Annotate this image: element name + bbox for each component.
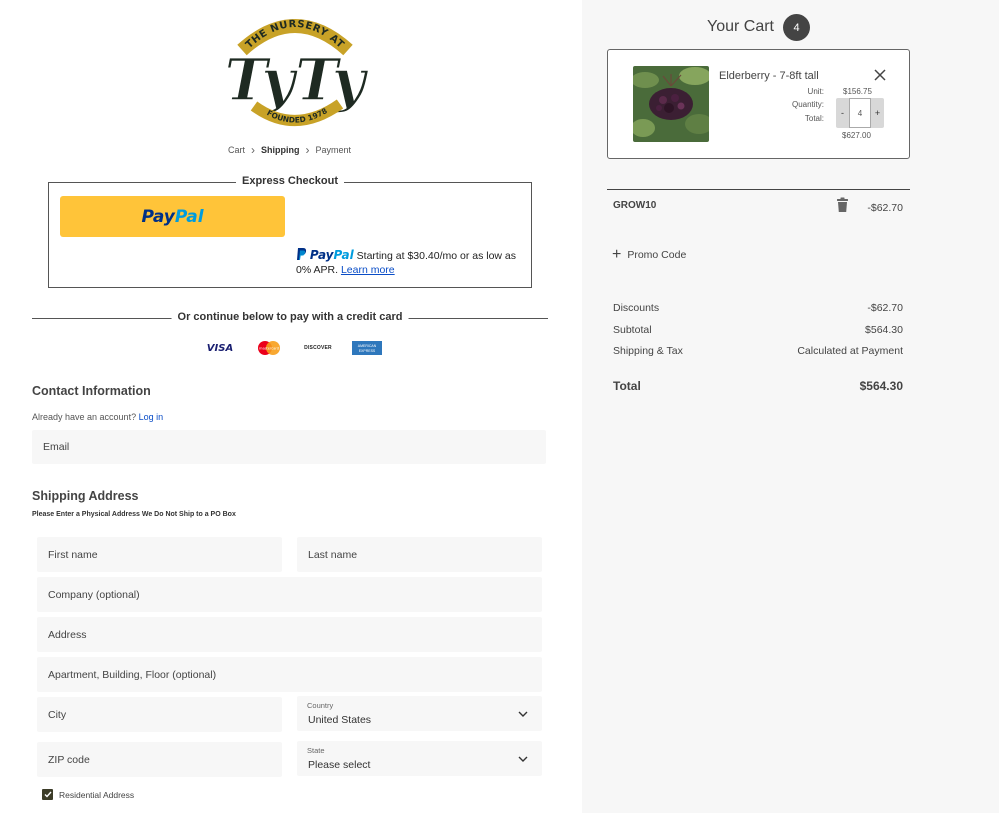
paypal-pay-later-message: PayPal Starting at $30.40/mo or as low a… <box>296 247 526 277</box>
company-field[interactable]: Company (optional) <box>37 577 542 612</box>
residential-label: Residential Address <box>59 789 135 800</box>
trash-icon[interactable] <box>836 197 849 213</box>
logo-main-text: TyTy <box>225 46 368 114</box>
paypal-button[interactable]: PayPal <box>60 196 285 237</box>
country-select[interactable]: Country United States <box>297 696 542 731</box>
unit-label: Unit: <box>807 87 824 96</box>
residential-checkbox[interactable] <box>42 789 53 800</box>
total-label: Total: <box>804 114 824 123</box>
promo-code-label: Promo Code <box>627 249 687 261</box>
city-field[interactable]: City <box>37 697 282 732</box>
state-select[interactable]: State Please select <box>297 741 542 776</box>
account-prompt: Already have an account? Log in <box>32 412 164 422</box>
apartment-field[interactable]: Apartment, Building, Floor (optional) <box>37 657 542 692</box>
country-label: Country <box>307 701 334 710</box>
add-promo-code-button[interactable]: + Promo Code <box>612 246 687 263</box>
chevron-right-icon: › <box>305 142 310 157</box>
cart-item-name: Elderberry - 7-8ft tall <box>719 70 819 82</box>
zip-field[interactable]: ZIP code <box>37 742 282 777</box>
learn-more-link[interactable]: Learn more <box>341 264 395 276</box>
checkout-form-panel: THE NURSERY AT TyTy FOUNDED 1978 Cart › … <box>0 0 582 813</box>
address-field[interactable]: Address <box>37 617 542 652</box>
discover-icon: DISCOVER <box>304 345 332 351</box>
decrease-quantity-button[interactable]: - <box>836 98 849 128</box>
paypal-mark-icon <box>297 248 307 260</box>
login-link[interactable]: Log in <box>139 412 164 422</box>
discounts-row: Discounts -$62.70 <box>613 302 903 314</box>
breadcrumb-cart[interactable]: Cart <box>228 145 245 155</box>
quantity-label: Quantity: <box>791 100 824 109</box>
cart-item: Elderberry - 7-8ft tall Unit: $156.75 Qu… <box>607 49 910 159</box>
breadcrumb: Cart › Shipping › Payment <box>228 142 352 157</box>
breadcrumb-shipping: Shipping <box>261 145 300 155</box>
shipping-tax-row: Shipping & Tax Calculated at Payment <box>613 345 903 357</box>
cart-title: Your Cart <box>707 18 774 35</box>
mastercard-icon: mastercard <box>258 341 280 355</box>
state-label: State <box>307 746 325 755</box>
check-icon <box>44 791 52 798</box>
credit-card-divider: Or continue below to pay with a credit c… <box>32 311 548 323</box>
state-value: Please select <box>308 759 371 771</box>
increase-quantity-button[interactable]: + <box>871 98 884 128</box>
svg-text:mastercard: mastercard <box>259 347 279 351</box>
elderberry-product-image <box>633 66 709 142</box>
chevron-down-icon <box>518 711 528 717</box>
quantity-stepper: - 4 + <box>836 98 884 128</box>
plus-icon: + <box>612 246 622 263</box>
divider <box>607 189 910 190</box>
quantity-input[interactable]: 4 <box>849 98 871 128</box>
tyty-nursery-logo: THE NURSERY AT TyTy FOUNDED 1978 <box>224 19 368 126</box>
express-checkout-box: Express Checkout PayPal PayPal Starting … <box>48 175 532 288</box>
cart-count-badge: 4 <box>783 14 810 41</box>
po-box-note: Please Enter a Physical Address We Do No… <box>32 511 236 518</box>
chevron-down-icon <box>518 756 528 762</box>
total-row: Total $564.30 <box>613 379 903 393</box>
shipping-heading: Shipping Address <box>32 489 139 503</box>
accepted-cards: VISA mastercard DISCOVER AMERICAN EXPRES… <box>205 340 382 356</box>
paypal-logo: PayPal <box>141 206 204 227</box>
country-value: United States <box>308 714 372 726</box>
last-name-field[interactable]: Last name <box>297 537 542 572</box>
close-icon[interactable] <box>873 68 887 82</box>
visa-icon: VISA <box>206 342 234 354</box>
item-total: $627.00 <box>842 131 871 140</box>
residential-address-option: Residential Address <box>42 789 134 800</box>
first-name-field[interactable]: First name <box>37 537 282 572</box>
applied-promo-code: GROW10 <box>613 200 657 211</box>
credit-card-divider-text: Or continue below to pay with a credit c… <box>171 311 409 323</box>
subtotal-row: Subtotal $564.30 <box>613 324 903 336</box>
contact-heading: Contact Information <box>32 384 151 398</box>
express-checkout-title: Express Checkout <box>236 175 344 187</box>
paypal-brand-text: PayPal <box>309 248 354 262</box>
promo-discount-amount: -$62.70 <box>867 202 903 214</box>
email-placeholder: Email <box>43 441 70 453</box>
unit-price: $156.75 <box>843 87 872 96</box>
email-field[interactable]: Email <box>32 430 546 464</box>
amex-icon: AMERICAN EXPRESS <box>352 341 382 355</box>
breadcrumb-payment: Payment <box>315 145 352 155</box>
chevron-right-icon: › <box>251 142 256 157</box>
